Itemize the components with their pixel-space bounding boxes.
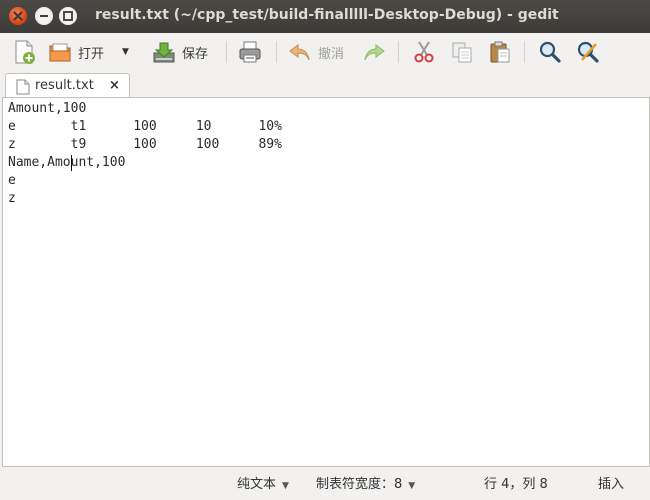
toolbar-separator xyxy=(524,41,525,63)
insert-mode: 插入 xyxy=(598,477,625,492)
toolbar-separator xyxy=(398,41,399,63)
copy-icon xyxy=(452,42,472,63)
redo-button[interactable] xyxy=(362,38,386,66)
cut-button[interactable] xyxy=(412,38,436,66)
toolbar: 打开 ▼ 保存 撤消 xyxy=(0,33,650,71)
open-button[interactable]: 打开 xyxy=(48,38,104,66)
save-label: 保存 xyxy=(182,46,209,62)
open-folder-icon xyxy=(49,43,71,62)
paste-icon xyxy=(490,41,510,63)
find-button[interactable] xyxy=(538,38,562,66)
recent-files-dropdown[interactable]: ▼ xyxy=(122,38,129,66)
text-editor[interactable]: Amount,100 e t1 100 10 10% z t9 100 100 … xyxy=(2,97,650,467)
text-file-icon xyxy=(16,79,30,95)
toolbar-separator xyxy=(226,41,227,63)
find-replace-icon xyxy=(577,41,599,63)
editor-line: z t9 100 100 89% xyxy=(8,137,282,152)
maximize-icon xyxy=(63,11,73,21)
chevron-down-icon: ▼ xyxy=(122,47,129,57)
open-label: 打开 xyxy=(78,46,105,62)
find-replace-button[interactable] xyxy=(576,38,600,66)
new-document-icon xyxy=(15,40,35,64)
print-button[interactable] xyxy=(238,38,262,66)
editor-line: e t1 100 10 10% xyxy=(8,119,282,134)
maximize-window-button[interactable] xyxy=(59,7,77,25)
scissors-icon xyxy=(414,41,434,63)
tab-width-label: 制表符宽度：8 xyxy=(316,477,403,492)
search-icon xyxy=(539,41,561,63)
window-title: result.txt (~/cpp_test/build-finalllll-D… xyxy=(95,7,559,23)
toolbar-separator xyxy=(276,41,277,63)
copy-button[interactable] xyxy=(450,38,474,66)
tab-bar: result.txt × xyxy=(0,71,650,100)
save-button[interactable]: 保存 xyxy=(152,38,208,66)
tab-width-selector[interactable]: 制表符宽度：8 ▼ xyxy=(316,473,415,492)
paste-button[interactable] xyxy=(488,38,512,66)
syntax-mode-label: 纯文本 xyxy=(237,477,277,492)
undo-icon xyxy=(289,44,310,61)
text-cursor xyxy=(71,155,72,171)
editor-line: e xyxy=(8,173,16,188)
close-icon xyxy=(13,11,23,21)
save-icon xyxy=(153,42,175,63)
close-window-button[interactable] xyxy=(9,7,27,25)
editor-line: Name,Amount,100 xyxy=(8,155,126,170)
tab-close-button[interactable]: × xyxy=(109,78,120,93)
chevron-down-icon: ▼ xyxy=(282,481,289,491)
status-bar: 纯文本 ▼ 制表符宽度：8 ▼ 行 4，列 8 插入 xyxy=(0,468,650,496)
undo-label: 撤消 xyxy=(318,46,345,62)
minimize-icon xyxy=(40,15,48,17)
minimize-window-button[interactable] xyxy=(35,7,53,25)
redo-icon xyxy=(364,44,385,61)
title-bar[interactable]: result.txt (~/cpp_test/build-finalllll-D… xyxy=(0,0,650,33)
tab-label: result.txt xyxy=(35,78,94,93)
editor-line: Amount,100 xyxy=(8,101,87,116)
new-document-button[interactable] xyxy=(12,38,36,66)
undo-button[interactable]: 撤消 xyxy=(288,38,344,66)
cursor-position: 行 4，列 8 xyxy=(484,477,548,492)
gedit-window: result.txt (~/cpp_test/build-finalllll-D… xyxy=(0,0,650,500)
printer-icon xyxy=(239,41,261,63)
chevron-down-icon: ▼ xyxy=(408,481,416,491)
syntax-mode-selector[interactable]: 纯文本 ▼ xyxy=(237,473,289,492)
tab-result-txt[interactable]: result.txt × xyxy=(5,73,130,100)
editor-line: z xyxy=(8,191,16,206)
